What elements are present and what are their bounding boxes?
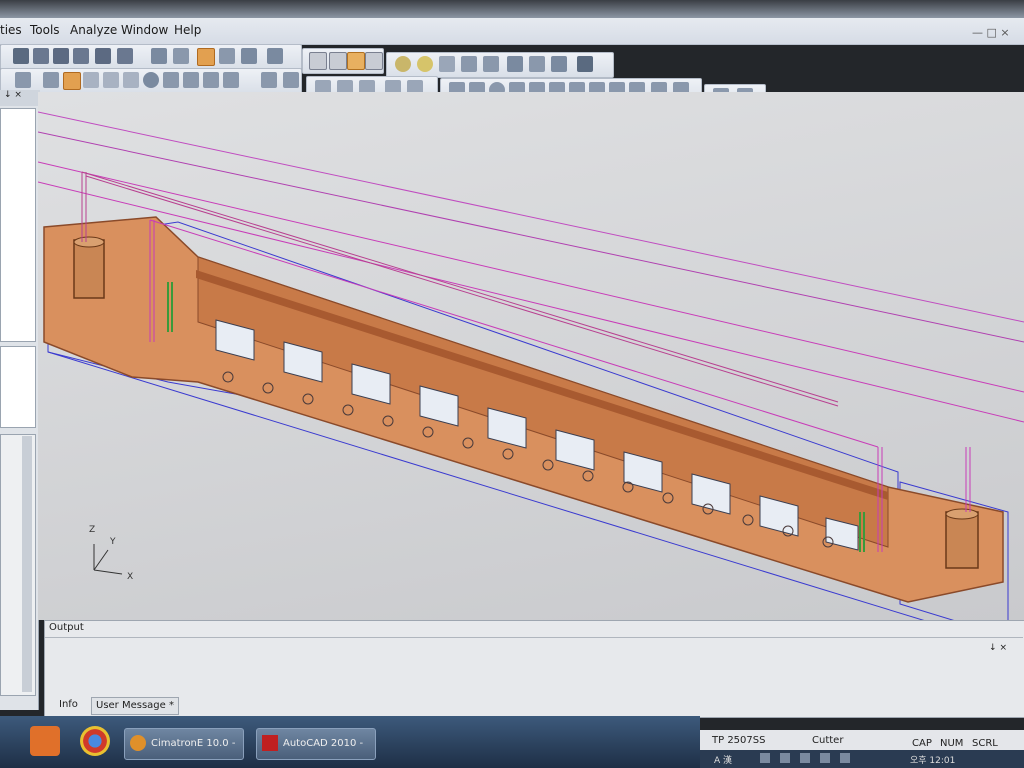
x-axis bbox=[93, 569, 123, 575]
tool-icon[interactable] bbox=[261, 72, 277, 88]
page-active-icon[interactable] bbox=[347, 52, 365, 70]
system-tray: A 漢 오후 12:01 bbox=[700, 750, 1024, 768]
shade-icon[interactable] bbox=[13, 48, 29, 64]
tray-icon[interactable] bbox=[780, 753, 790, 763]
menu-properties[interactable]: ties bbox=[0, 23, 22, 37]
graphics-viewport[interactable]: Z Y X bbox=[38, 92, 1024, 620]
boss-right bbox=[945, 511, 979, 569]
tool-icon[interactable] bbox=[551, 56, 567, 72]
view-icon[interactable] bbox=[151, 48, 167, 64]
taskbar-autocad[interactable]: AutoCAD 2010 - bbox=[256, 728, 376, 760]
network-icon[interactable] bbox=[820, 753, 830, 763]
boss-right-top bbox=[945, 508, 979, 520]
status-cap: CAP bbox=[912, 738, 932, 749]
arrow-left-icon[interactable] bbox=[461, 56, 477, 72]
property-panel[interactable] bbox=[0, 346, 36, 428]
feature-tree[interactable] bbox=[0, 108, 36, 342]
page-icon[interactable] bbox=[329, 52, 347, 70]
tool-icon[interactable] bbox=[163, 72, 179, 88]
menu-analyze[interactable]: Analyze bbox=[70, 23, 117, 37]
boss-left bbox=[73, 239, 105, 299]
scrollbar[interactable] bbox=[22, 436, 32, 692]
model-view: Z Y X bbox=[38, 111, 1024, 620]
window-controls[interactable]: — □ × bbox=[972, 26, 1010, 39]
cimatron-icon bbox=[130, 735, 146, 751]
view-icon[interactable] bbox=[241, 48, 257, 64]
panel-pin[interactable]: ↓ × bbox=[0, 90, 40, 106]
y-axis-label: Y bbox=[109, 537, 116, 547]
tool-icon[interactable] bbox=[183, 72, 199, 88]
media-player-icon[interactable] bbox=[30, 726, 60, 756]
dropdown-icon[interactable] bbox=[267, 48, 283, 64]
z-axis-label: Z bbox=[89, 525, 95, 535]
menu-window[interactable]: Window bbox=[121, 23, 168, 37]
divider bbox=[45, 637, 1023, 638]
arrow-right-icon[interactable] bbox=[483, 56, 499, 72]
left-panel: ↓ × bbox=[0, 90, 40, 710]
search-icon[interactable] bbox=[439, 56, 455, 72]
box-icon[interactable] bbox=[33, 48, 49, 64]
output-title: Output bbox=[49, 622, 84, 633]
toolbar-render bbox=[386, 52, 614, 78]
list-icon[interactable] bbox=[83, 72, 99, 88]
page-icon[interactable] bbox=[309, 52, 327, 70]
light-icon[interactable] bbox=[395, 56, 411, 72]
volume-icon[interactable] bbox=[840, 753, 850, 763]
list-icon[interactable] bbox=[103, 72, 119, 88]
box-icon[interactable] bbox=[95, 48, 111, 64]
tool-icon[interactable] bbox=[43, 72, 59, 88]
measure-icon[interactable] bbox=[529, 56, 545, 72]
chrome-icon[interactable] bbox=[80, 726, 110, 756]
taskbar: CimatronE 10.0 - AutoCAD 2010 - bbox=[0, 716, 700, 768]
tool-icon[interactable] bbox=[15, 72, 31, 88]
tray-icon[interactable] bbox=[760, 753, 770, 763]
tool-icon[interactable] bbox=[203, 72, 219, 88]
tray-icon[interactable] bbox=[800, 753, 810, 763]
box-icon[interactable] bbox=[117, 48, 133, 64]
boss-left-top bbox=[73, 236, 105, 248]
taskbar-cimatron-label: CimatronE 10.0 - bbox=[151, 738, 236, 749]
output-pin[interactable]: ↓ × bbox=[989, 643, 1007, 653]
status-bar: TP 2507SS Cutter CAP NUM SCRL bbox=[700, 730, 1024, 750]
toolbar-display bbox=[302, 48, 384, 74]
menu-tools[interactable]: Tools bbox=[30, 23, 60, 37]
tool-icon[interactable] bbox=[577, 56, 593, 72]
toolbar-view bbox=[0, 44, 302, 70]
list-icon[interactable] bbox=[123, 72, 139, 88]
axis-triad: Z Y X bbox=[89, 525, 133, 582]
info-icon[interactable] bbox=[143, 72, 159, 88]
status-num: NUM bbox=[940, 738, 964, 749]
taskbar-cimatron[interactable]: CimatronE 10.0 - bbox=[124, 728, 244, 760]
tab-user-message[interactable]: User Message * bbox=[91, 697, 179, 715]
x-axis-label: X bbox=[127, 572, 133, 582]
status-scrl: SCRL bbox=[972, 738, 998, 749]
box-icon[interactable] bbox=[53, 48, 69, 64]
tab-info[interactable]: Info bbox=[55, 697, 82, 713]
output-panel: Output ↓ × Info User Message * bbox=[44, 620, 1024, 718]
clock[interactable]: 오후 12:01 bbox=[910, 753, 955, 766]
page-icon[interactable] bbox=[365, 52, 383, 70]
monitor-bezel bbox=[0, 0, 1024, 18]
toolpath bbox=[965, 447, 971, 512]
menu-help[interactable]: Help bbox=[174, 23, 201, 37]
light-icon[interactable] bbox=[417, 56, 433, 72]
taskbar-autocad-label: AutoCAD 2010 - bbox=[283, 738, 364, 749]
status-tp: TP 2507SS bbox=[712, 735, 766, 746]
view-icon[interactable] bbox=[219, 48, 235, 64]
wireframe-icon[interactable] bbox=[197, 48, 215, 66]
tool-active-icon[interactable] bbox=[63, 72, 81, 90]
toolbar-edit bbox=[0, 68, 302, 94]
view-icon[interactable] bbox=[173, 48, 189, 64]
tool-icon[interactable] bbox=[223, 72, 239, 88]
ime-indicator[interactable]: A 漢 bbox=[714, 753, 732, 766]
y-axis bbox=[93, 549, 109, 571]
box-icon[interactable] bbox=[73, 48, 89, 64]
menu-bar: ties Tools Analyze Window Help — □ × bbox=[0, 18, 1024, 45]
grid-icon[interactable] bbox=[507, 56, 523, 72]
autocad-icon bbox=[262, 735, 278, 751]
status-tool: Cutter bbox=[812, 735, 844, 746]
tool-icon[interactable] bbox=[283, 72, 299, 88]
